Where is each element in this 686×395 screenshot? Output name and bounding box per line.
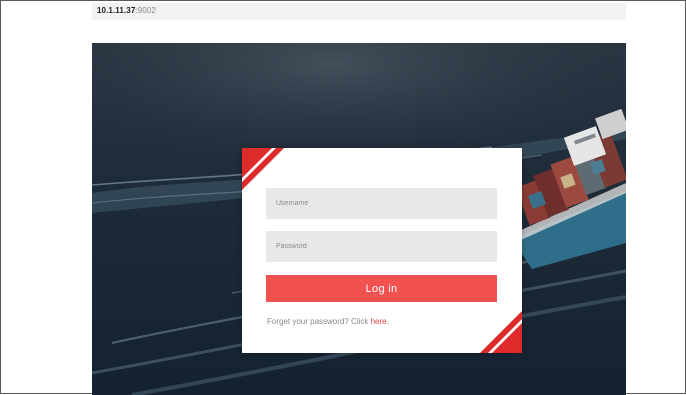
login-button[interactable]: Log in bbox=[266, 275, 497, 302]
corner-stripe-decoration bbox=[480, 311, 522, 353]
forgot-password-text: Forget your password? Click here. bbox=[267, 317, 389, 326]
address-text: 10.1.11.37:9002 bbox=[97, 6, 156, 15]
address-bar[interactable]: 10.1.11.37:9002 bbox=[92, 3, 626, 20]
forgot-password-link[interactable]: here bbox=[371, 317, 387, 326]
password-input[interactable] bbox=[266, 231, 497, 262]
screenshot-frame: 10.1.11.37:9002 Username Log in Forget y… bbox=[0, 0, 686, 395]
address-port: :9002 bbox=[135, 6, 156, 15]
forgot-password-suffix: . bbox=[386, 317, 389, 326]
login-card: Log in Forget your password? Click here. bbox=[242, 148, 522, 353]
address-host: 10.1.11.37 bbox=[97, 6, 136, 15]
forgot-password-prefix: Forget your password? Click bbox=[267, 317, 371, 326]
username-input[interactable] bbox=[266, 188, 497, 219]
